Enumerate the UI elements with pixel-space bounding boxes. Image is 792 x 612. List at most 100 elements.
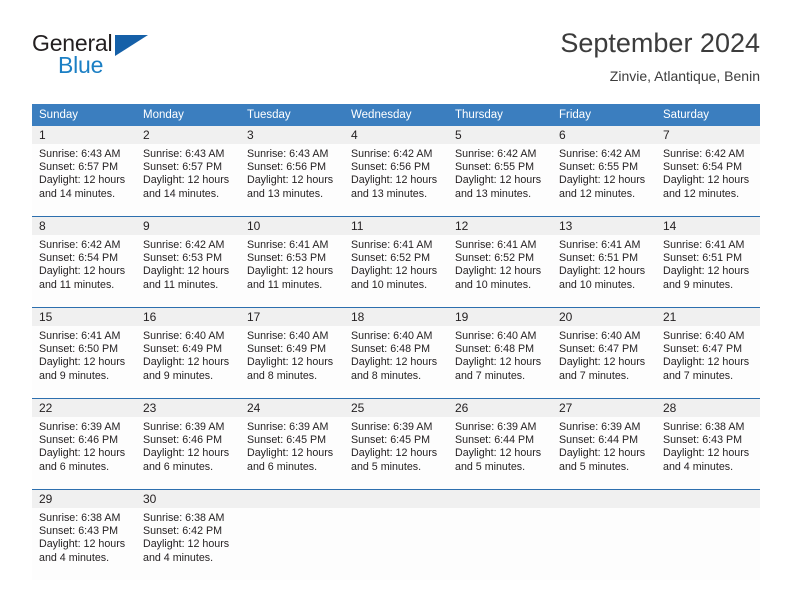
calendar-day-cell[interactable]: 3 Sunrise: 6:43 AM Sunset: 6:56 PM Daylight… bbox=[240, 126, 344, 216]
sunrise-text: Sunrise: 6:42 AM bbox=[39, 239, 121, 251]
calendar-cell-empty bbox=[656, 490, 760, 580]
daylight-text-line1: Daylight: 12 hours bbox=[247, 356, 334, 369]
sunset-text: Sunset: 6:52 PM bbox=[455, 252, 535, 265]
daylight-text-line2: and 12 minutes. bbox=[559, 187, 636, 200]
weekday-header-monday: Monday bbox=[136, 104, 240, 126]
calendar-body: 1 Sunrise: 6:43 AM Sunset: 6:57 PM Daylight… bbox=[32, 126, 760, 580]
sunrise-text: Sunrise: 6:41 AM bbox=[39, 330, 121, 342]
sunset-text: Sunset: 6:49 PM bbox=[143, 343, 223, 356]
generalblue-logo[interactable]: General Blue bbox=[32, 32, 232, 88]
daylight-text-line2: and 6 minutes. bbox=[39, 460, 110, 473]
calendar-day-cell[interactable]: 20 Sunrise: 6:40 AM Sunset: 6:47 PM Dayligh… bbox=[552, 308, 656, 398]
calendar-day-cell[interactable]: 18 Sunrise: 6:40 AM Sunset: 6:48 PM Dayligh… bbox=[344, 308, 448, 398]
logo-triangle-icon bbox=[115, 35, 148, 56]
calendar-cell-empty bbox=[552, 490, 656, 580]
daylight-text-line1: Daylight: 12 hours bbox=[455, 356, 542, 369]
calendar-day-cell[interactable]: 14 Sunrise: 6:41 AM Sunset: 6:51 PM Dayligh… bbox=[656, 217, 760, 307]
weekday-header-tuesday: Tuesday bbox=[240, 104, 344, 126]
day-number: 30 bbox=[136, 490, 240, 508]
calendar-cell-empty bbox=[240, 490, 344, 580]
day-details: Sunrise: 6:40 AM Sunset: 6:49 PM Daylight:… bbox=[136, 326, 240, 383]
day-number: 8 bbox=[32, 217, 136, 235]
day-number bbox=[344, 490, 448, 508]
day-number: 6 bbox=[552, 126, 656, 144]
sunset-text: Sunset: 6:51 PM bbox=[559, 252, 639, 265]
calendar-day-cell[interactable]: 27 Sunrise: 6:39 AM Sunset: 6:44 PM Dayligh… bbox=[552, 399, 656, 489]
sunrise-text: Sunrise: 6:41 AM bbox=[351, 239, 433, 251]
calendar-day-cell[interactable]: 23 Sunrise: 6:39 AM Sunset: 6:46 PM Dayligh… bbox=[136, 399, 240, 489]
weekday-header-thursday: Thursday bbox=[448, 104, 552, 126]
daylight-text-line2: and 8 minutes. bbox=[247, 369, 318, 382]
daylight-text-line1: Daylight: 12 hours bbox=[351, 265, 438, 278]
calendar-day-cell[interactable]: 17 Sunrise: 6:40 AM Sunset: 6:49 PM Dayligh… bbox=[240, 308, 344, 398]
calendar-header-row: Sunday Monday Tuesday Wednesday Thursday… bbox=[32, 104, 760, 126]
day-details: Sunrise: 6:42 AM Sunset: 6:54 PM Daylight:… bbox=[32, 235, 136, 292]
weekday-header-saturday: Saturday bbox=[656, 104, 760, 126]
day-number: 29 bbox=[32, 490, 136, 508]
sunrise-text: Sunrise: 6:39 AM bbox=[39, 421, 121, 433]
page-subtitle-location: Zinvie, Atlantique, Benin bbox=[609, 68, 760, 85]
calendar-day-cell[interactable]: 10 Sunrise: 6:41 AM Sunset: 6:53 PM Dayligh… bbox=[240, 217, 344, 307]
day-number: 21 bbox=[656, 308, 760, 326]
day-number: 25 bbox=[344, 399, 448, 417]
day-details: Sunrise: 6:41 AM Sunset: 6:52 PM Daylight:… bbox=[344, 235, 448, 292]
day-number: 19 bbox=[448, 308, 552, 326]
calendar-day-cell[interactable]: 16 Sunrise: 6:40 AM Sunset: 6:49 PM Dayligh… bbox=[136, 308, 240, 398]
daylight-text-line2: and 9 minutes. bbox=[143, 369, 214, 382]
calendar-day-cell[interactable]: 28 Sunrise: 6:38 AM Sunset: 6:43 PM Dayligh… bbox=[656, 399, 760, 489]
daylight-text-line1: Daylight: 12 hours bbox=[559, 447, 646, 460]
calendar-day-cell[interactable]: 5 Sunrise: 6:42 AM Sunset: 6:55 PM Daylight… bbox=[448, 126, 552, 216]
calendar-day-cell[interactable]: 4 Sunrise: 6:42 AM Sunset: 6:56 PM Daylight… bbox=[344, 126, 448, 216]
day-details: Sunrise: 6:39 AM Sunset: 6:44 PM Daylight:… bbox=[552, 417, 656, 474]
daylight-text-line1: Daylight: 12 hours bbox=[663, 174, 750, 187]
calendar-day-cell[interactable]: 25 Sunrise: 6:39 AM Sunset: 6:45 PM Dayligh… bbox=[344, 399, 448, 489]
calendar-day-cell[interactable]: 24 Sunrise: 6:39 AM Sunset: 6:45 PM Dayligh… bbox=[240, 399, 344, 489]
calendar-day-cell[interactable]: 2 Sunrise: 6:43 AM Sunset: 6:57 PM Daylight… bbox=[136, 126, 240, 216]
calendar-day-cell[interactable]: 30 Sunrise: 6:38 AM Sunset: 6:42 PM Dayligh… bbox=[136, 490, 240, 580]
sunrise-text: Sunrise: 6:42 AM bbox=[455, 148, 537, 160]
calendar-day-cell[interactable]: 9 Sunrise: 6:42 AM Sunset: 6:53 PM Daylight… bbox=[136, 217, 240, 307]
day-details: Sunrise: 6:39 AM Sunset: 6:45 PM Daylight:… bbox=[240, 417, 344, 474]
daylight-text-line1: Daylight: 12 hours bbox=[143, 265, 230, 278]
daylight-text-line2: and 11 minutes. bbox=[247, 278, 323, 291]
calendar-day-cell[interactable]: 11 Sunrise: 6:41 AM Sunset: 6:52 PM Dayligh… bbox=[344, 217, 448, 307]
day-number: 12 bbox=[448, 217, 552, 235]
calendar-day-cell[interactable]: 19 Sunrise: 6:40 AM Sunset: 6:48 PM Dayligh… bbox=[448, 308, 552, 398]
calendar-day-cell[interactable]: 6 Sunrise: 6:42 AM Sunset: 6:55 PM Daylight… bbox=[552, 126, 656, 216]
daylight-text-line2: and 13 minutes. bbox=[455, 187, 532, 200]
calendar-day-cell[interactable]: 29 Sunrise: 6:38 AM Sunset: 6:43 PM Dayligh… bbox=[32, 490, 136, 580]
sunrise-text: Sunrise: 6:40 AM bbox=[247, 330, 329, 342]
calendar-day-cell[interactable]: 15 Sunrise: 6:41 AM Sunset: 6:50 PM Dayligh… bbox=[32, 308, 136, 398]
sunset-text: Sunset: 6:55 PM bbox=[559, 161, 639, 174]
sunset-text: Sunset: 6:54 PM bbox=[39, 252, 119, 265]
day-number: 18 bbox=[344, 308, 448, 326]
calendar-day-cell[interactable]: 22 Sunrise: 6:39 AM Sunset: 6:46 PM Dayligh… bbox=[32, 399, 136, 489]
calendar-week-row: 8 Sunrise: 6:42 AM Sunset: 6:54 PM Daylight… bbox=[32, 216, 760, 308]
calendar-day-cell[interactable]: 8 Sunrise: 6:42 AM Sunset: 6:54 PM Daylight… bbox=[32, 217, 136, 307]
daylight-text-line2: and 10 minutes. bbox=[351, 278, 428, 291]
calendar-day-cell[interactable]: 12 Sunrise: 6:41 AM Sunset: 6:52 PM Dayligh… bbox=[448, 217, 552, 307]
sunset-text: Sunset: 6:44 PM bbox=[455, 434, 535, 447]
day-details: Sunrise: 6:39 AM Sunset: 6:46 PM Daylight:… bbox=[32, 417, 136, 474]
sunset-text: Sunset: 6:43 PM bbox=[663, 434, 743, 447]
sunset-text: Sunset: 6:57 PM bbox=[39, 161, 119, 174]
sunset-text: Sunset: 6:43 PM bbox=[39, 525, 119, 538]
daylight-text-line1: Daylight: 12 hours bbox=[39, 356, 126, 369]
sunset-text: Sunset: 6:49 PM bbox=[247, 343, 327, 356]
day-number: 7 bbox=[656, 126, 760, 144]
sunset-text: Sunset: 6:42 PM bbox=[143, 525, 223, 538]
calendar-day-cell[interactable]: 7 Sunrise: 6:42 AM Sunset: 6:54 PM Daylight… bbox=[656, 126, 760, 216]
calendar-day-cell[interactable]: 1 Sunrise: 6:43 AM Sunset: 6:57 PM Daylight… bbox=[32, 126, 136, 216]
daylight-text-line1: Daylight: 12 hours bbox=[559, 265, 646, 278]
sunrise-text: Sunrise: 6:42 AM bbox=[143, 239, 225, 251]
calendar-cell-empty bbox=[344, 490, 448, 580]
day-details: Sunrise: 6:43 AM Sunset: 6:57 PM Daylight:… bbox=[136, 144, 240, 201]
sunset-text: Sunset: 6:53 PM bbox=[247, 252, 327, 265]
daylight-text-line1: Daylight: 12 hours bbox=[39, 265, 126, 278]
calendar-day-cell[interactable]: 13 Sunrise: 6:41 AM Sunset: 6:51 PM Dayligh… bbox=[552, 217, 656, 307]
calendar-day-cell[interactable]: 21 Sunrise: 6:40 AM Sunset: 6:47 PM Dayligh… bbox=[656, 308, 760, 398]
sunrise-text: Sunrise: 6:39 AM bbox=[143, 421, 225, 433]
sunrise-text: Sunrise: 6:41 AM bbox=[455, 239, 537, 251]
calendar-day-cell[interactable]: 26 Sunrise: 6:39 AM Sunset: 6:44 PM Dayligh… bbox=[448, 399, 552, 489]
weekday-header-wednesday: Wednesday bbox=[344, 104, 448, 126]
